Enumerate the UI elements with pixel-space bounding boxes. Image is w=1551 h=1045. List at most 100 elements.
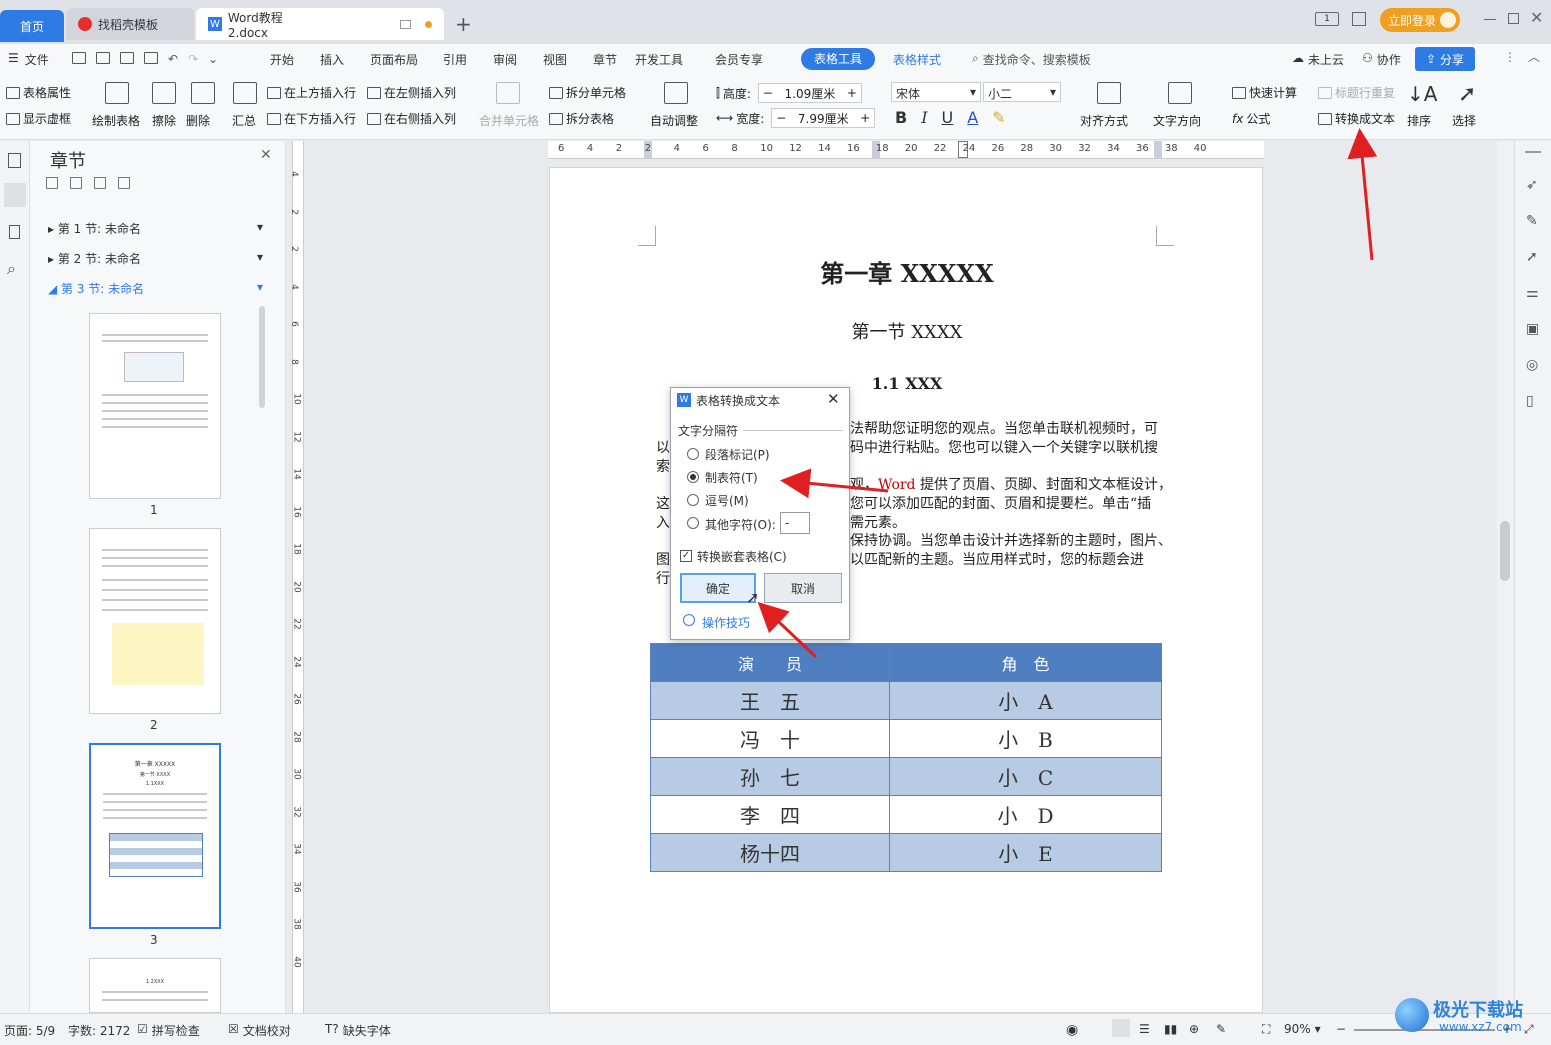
- menu-member[interactable]: 会员专享: [715, 51, 775, 68]
- insert-below-button[interactable]: 在下方插入行: [267, 110, 356, 127]
- tab-template[interactable]: 找稻壳模板: [66, 8, 194, 40]
- width-input[interactable]: −7.99厘米 +: [771, 108, 876, 128]
- split-table-button[interactable]: 拆分表格: [549, 110, 614, 127]
- insert-above-button[interactable]: 在上方插入行: [267, 84, 356, 101]
- new-tab-button[interactable]: +: [455, 12, 472, 36]
- radio-other[interactable]: [687, 517, 699, 529]
- height-minus-icon[interactable]: −: [763, 86, 773, 100]
- menu-layout[interactable]: 页面布局: [370, 51, 443, 68]
- italic-icon[interactable]: I: [921, 108, 927, 127]
- table-props-button[interactable]: 表格属性: [6, 84, 71, 101]
- page-view-icon[interactable]: [1112, 1019, 1130, 1037]
- cloud-status[interactable]: ☁ 未上云: [1292, 51, 1344, 68]
- redo-icon[interactable]: ↷: [188, 52, 198, 66]
- save-icon[interactable]: [72, 52, 86, 64]
- section-item-2[interactable]: ▸ 第 2 节: 未命名 ▾: [48, 250, 263, 267]
- menu-dev[interactable]: 开发工具: [635, 51, 715, 68]
- show-grid-button[interactable]: 显示虚框: [6, 110, 71, 127]
- table-cell[interactable]: 杨十四: [650, 833, 890, 872]
- underline-icon[interactable]: U: [942, 108, 954, 127]
- dialog-close-icon[interactable]: ✕: [827, 390, 840, 408]
- remove-section-icon[interactable]: [118, 177, 130, 189]
- width-plus-icon[interactable]: +: [860, 111, 870, 125]
- height-input[interactable]: −1.09厘米 +: [757, 83, 862, 103]
- other-char-input[interactable]: -: [780, 512, 810, 534]
- fit-page-icon[interactable]: ⛶: [1262, 1022, 1270, 1037]
- panel-scrollbar[interactable]: [259, 306, 265, 408]
- table-cell[interactable]: 王 五: [650, 681, 890, 720]
- zoom-select[interactable]: 90% ▾: [1284, 1022, 1321, 1036]
- insert-left-button[interactable]: 在左侧插入列: [367, 84, 456, 101]
- page-thumb-3[interactable]: 第一章 XXXXX 第一节 XXXX 1.1XXX: [89, 743, 221, 929]
- adjust-icon[interactable]: ⚌: [1526, 285, 1539, 301]
- proofread-button[interactable]: ☒ 文档校对: [228, 1022, 291, 1039]
- table-cell[interactable]: 小 D: [889, 795, 1162, 834]
- missing-font-button[interactable]: T? 缺失字体: [325, 1022, 391, 1039]
- delete-button[interactable]: 删除: [186, 112, 210, 129]
- minimize-icon[interactable]: [1484, 19, 1496, 20]
- image-icon[interactable]: ▣: [1526, 321, 1539, 337]
- file-menu[interactable]: ☰ 文件: [8, 51, 49, 68]
- align-button[interactable]: 对齐方式: [1080, 112, 1128, 129]
- highlight-icon[interactable]: ✎: [992, 108, 1005, 127]
- collab-button[interactable]: ⚇ 协作: [1362, 51, 1401, 68]
- table-cell[interactable]: 小 E: [889, 833, 1162, 872]
- draw-table-button[interactable]: 绘制表格: [92, 112, 140, 129]
- outline-icon[interactable]: [8, 153, 21, 168]
- sort-button[interactable]: 排序: [1407, 112, 1431, 129]
- rocket-icon[interactable]: ➶: [1526, 177, 1538, 193]
- more-icon[interactable]: ⋮: [1504, 50, 1516, 64]
- read-view-icon[interactable]: ▮▮: [1164, 1022, 1177, 1036]
- book-icon[interactable]: ▯: [1526, 393, 1534, 409]
- preview-icon[interactable]: [144, 52, 158, 64]
- tab-home[interactable]: 首页: [0, 10, 64, 42]
- table-cell[interactable]: 冯 十: [650, 719, 890, 758]
- convert-to-text-button[interactable]: 转换成文本: [1318, 110, 1395, 127]
- autofit-button[interactable]: 自动调整: [650, 112, 698, 129]
- grid-icon[interactable]: [1352, 12, 1366, 26]
- radio-comma[interactable]: [687, 494, 699, 506]
- tips-link[interactable]: 操作技巧: [702, 614, 750, 631]
- ok-button[interactable]: 确定: [680, 573, 756, 603]
- font-size-select[interactable]: 小二 ▾: [983, 82, 1061, 102]
- compass-icon[interactable]: ◎: [1526, 357, 1538, 373]
- menu-insert[interactable]: 插入: [320, 51, 370, 68]
- eye-icon[interactable]: ◉: [1066, 1022, 1078, 1038]
- add-section-icon[interactable]: [94, 177, 106, 189]
- tab-table-style[interactable]: 表格样式: [893, 51, 941, 68]
- command-search[interactable]: ⌕ 查找命令、搜索模板: [972, 51, 1091, 68]
- expand-all-icon[interactable]: [46, 177, 58, 189]
- table-header-cell[interactable]: 演 员: [650, 643, 890, 682]
- table-cell[interactable]: 小 C: [889, 757, 1162, 796]
- menu-start[interactable]: 开始: [270, 51, 320, 68]
- right-indent-marker[interactable]: [1154, 141, 1162, 158]
- split-cell-button[interactable]: 拆分单元格: [549, 84, 626, 101]
- page-thumb-2[interactable]: [89, 528, 221, 714]
- pen-icon[interactable]: ✎: [1526, 213, 1538, 229]
- table-cell[interactable]: 孙 七: [650, 757, 890, 796]
- quick-calc-button[interactable]: 快速计算: [1232, 84, 1297, 101]
- zoom-out-icon[interactable]: −: [1336, 1022, 1346, 1036]
- font-family-select[interactable]: 宋体 ▾: [891, 82, 981, 102]
- insert-right-button[interactable]: 在右侧插入列: [367, 110, 456, 127]
- more-dropdown-icon[interactable]: ⌄: [208, 52, 218, 66]
- merge-cells-button[interactable]: 合并单元格: [479, 112, 539, 129]
- close-icon[interactable]: ✕: [260, 147, 272, 163]
- page-thumb-4[interactable]: 1.2XXX: [89, 958, 221, 1013]
- menu-review[interactable]: 审阅: [493, 51, 543, 68]
- outline-view-icon[interactable]: ☰: [1139, 1022, 1150, 1036]
- width-minus-icon[interactable]: −: [776, 111, 786, 125]
- table-cell[interactable]: 小 A: [889, 681, 1162, 720]
- table-header-cell[interactable]: 角 色: [889, 643, 1162, 682]
- pointer-icon[interactable]: ➚: [1526, 249, 1538, 265]
- bookmark-icon[interactable]: [9, 225, 20, 239]
- font-color-icon[interactable]: A: [967, 108, 978, 127]
- document-table[interactable]: 演 员 角 色 王 五小 A 冯 十小 B 孙 七小 C 李 四小 D 杨十四小…: [650, 643, 1162, 872]
- spell-check-button[interactable]: ☑ 拼写检查: [137, 1022, 200, 1039]
- tab-table-tools[interactable]: 表格工具: [801, 48, 875, 70]
- export-pdf-icon[interactable]: [96, 52, 110, 64]
- menu-section[interactable]: 章节: [593, 51, 635, 68]
- write-view-icon[interactable]: ✎: [1216, 1022, 1226, 1036]
- status-page[interactable]: 页面: 5/9: [4, 1022, 55, 1039]
- collapse-all-icon[interactable]: [70, 177, 82, 189]
